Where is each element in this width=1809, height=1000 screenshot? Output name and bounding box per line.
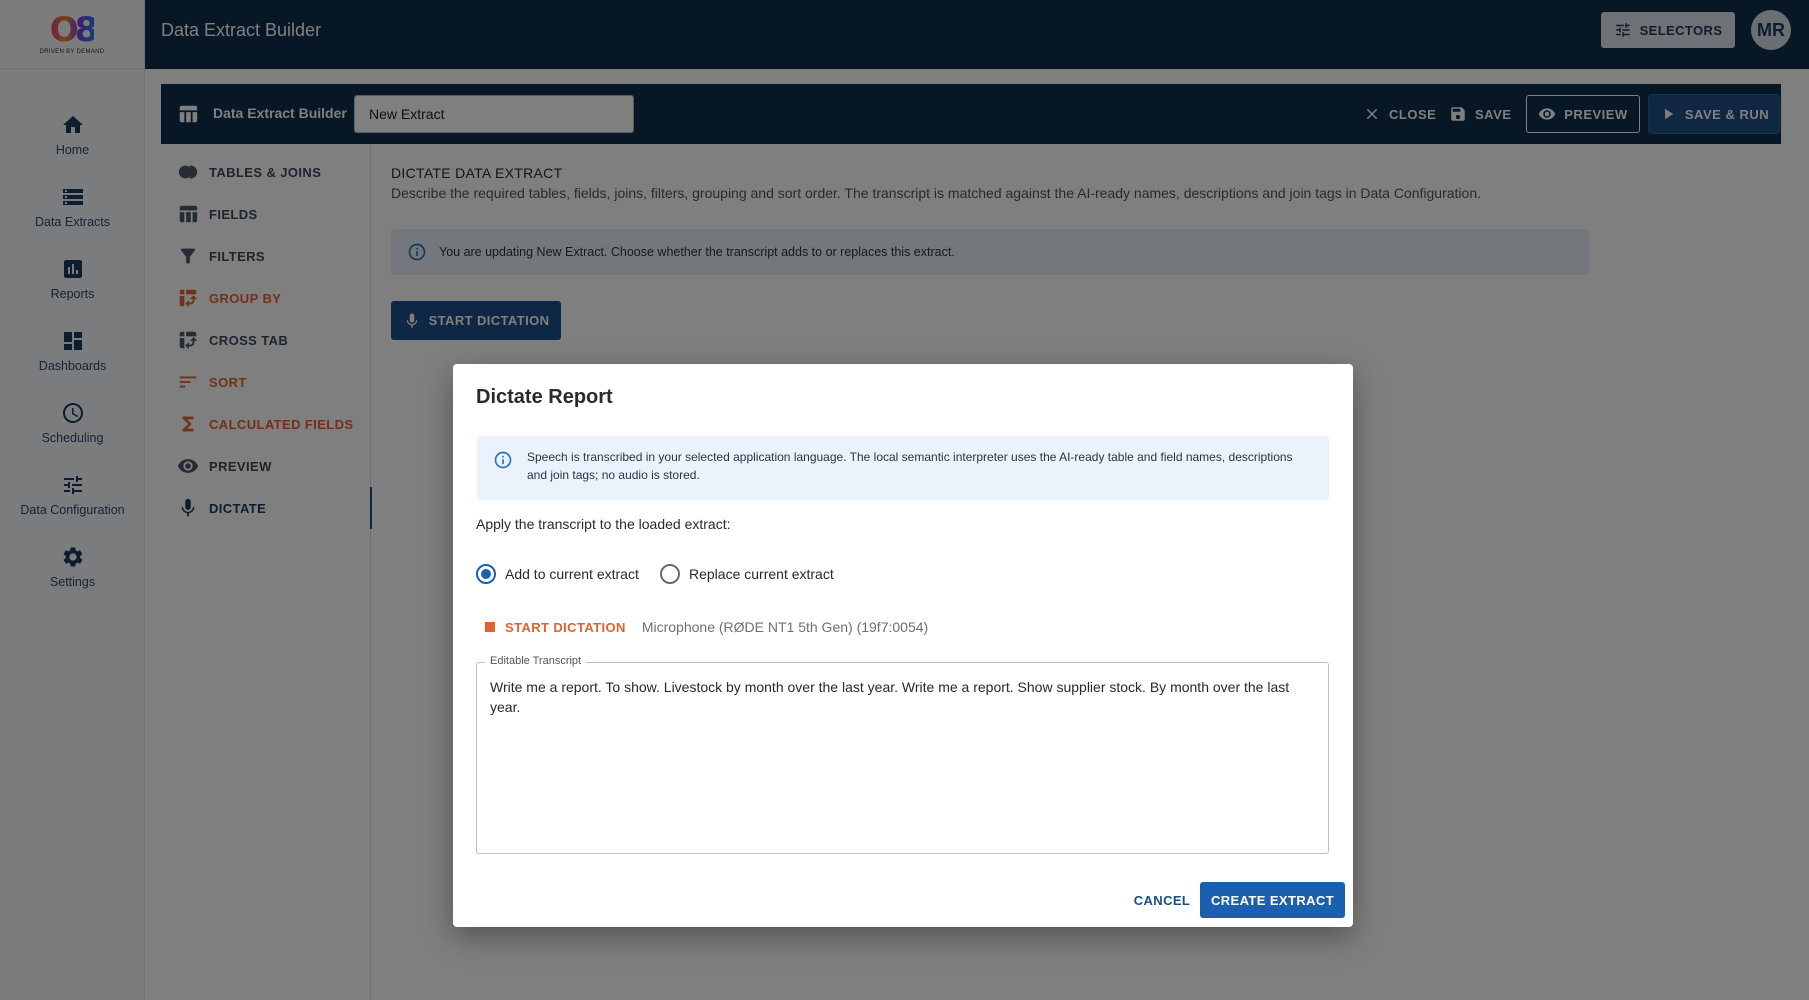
stop-square-icon	[485, 622, 495, 632]
transcript-label: Editable Transcript	[485, 655, 587, 667]
radio-replace-current[interactable]: Replace current extract	[660, 562, 834, 586]
radio-add-to-current[interactable]: Add to current extract	[476, 562, 639, 586]
radio-add-label: Add to current extract	[505, 566, 639, 582]
radio-indicator[interactable]	[660, 564, 680, 584]
info-icon	[494, 451, 512, 469]
dictation-control[interactable]: START DICTATION Microphone (RØDE NT1 5th…	[485, 616, 928, 638]
dictation-status-label: START DICTATION	[505, 619, 626, 635]
transcript-text[interactable]: Write me a report. To show. Livestock by…	[490, 677, 1316, 717]
apply-label: Apply the transcript to the loaded extra…	[476, 516, 731, 532]
radio-selected-indicator[interactable]	[476, 564, 496, 584]
create-extract-button[interactable]: CREATE EXTRACT	[1200, 882, 1345, 918]
microphone-name: Microphone (RØDE NT1 5th Gen) (19f7:0054…	[641, 619, 929, 635]
dictate-report-dialog: Dictate Report Speech is transcribed in …	[453, 364, 1353, 927]
dialog-info-text: Speech is transcribed in your selected a…	[527, 450, 1293, 482]
cancel-button[interactable]: CANCEL	[1129, 882, 1195, 918]
radio-replace-label: Replace current extract	[689, 566, 834, 582]
dialog-title: Dictate Report	[476, 386, 613, 408]
transcript-field[interactable]: Editable Transcript Write me a report. T…	[476, 655, 1329, 854]
dialog-info-banner: Speech is transcribed in your selected a…	[477, 436, 1329, 500]
